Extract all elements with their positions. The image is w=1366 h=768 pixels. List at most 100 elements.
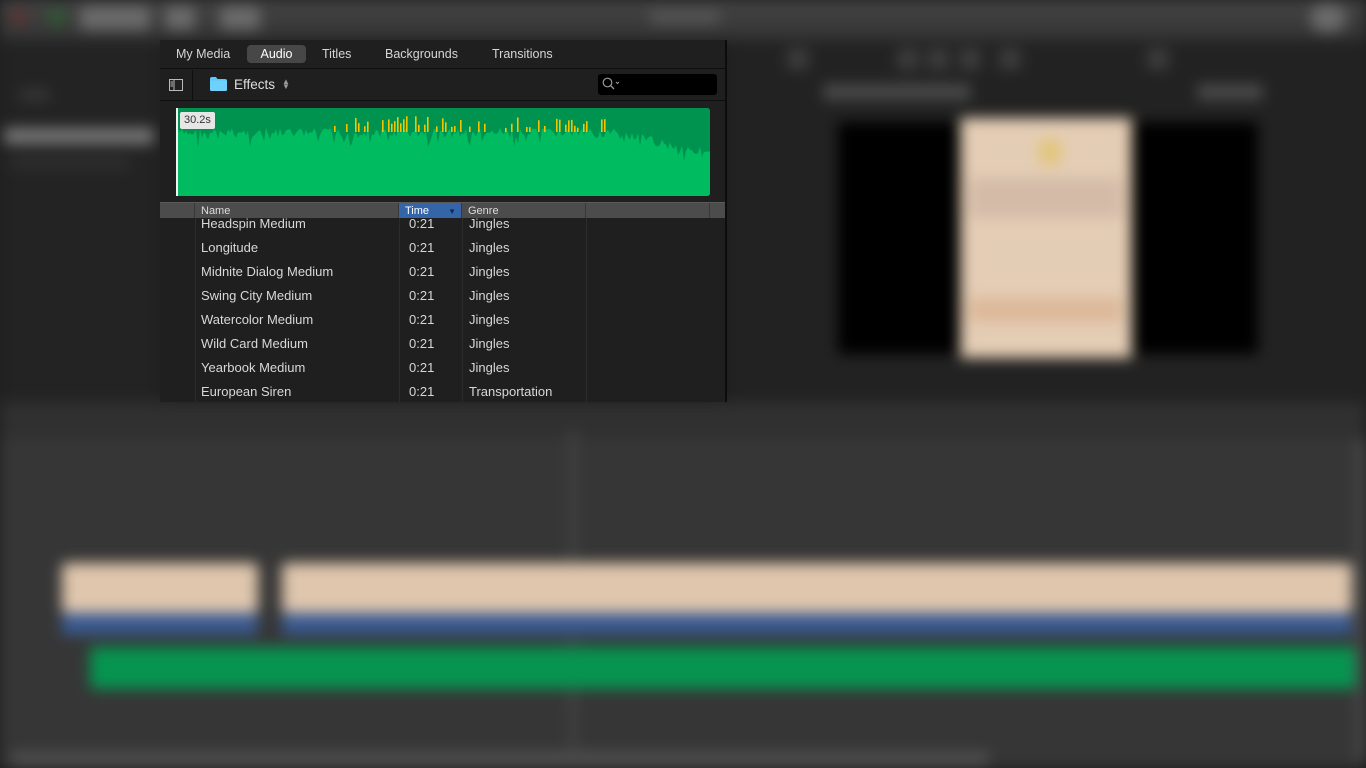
imovie-window: My Media Audio Titles Backgrounds Transi… <box>0 0 1366 768</box>
cell-name: Watercolor Medium <box>201 312 314 327</box>
tab-transitions[interactable]: Transitions <box>484 45 561 63</box>
waveform-peak <box>424 124 426 132</box>
audio-clip[interactable] <box>90 647 1356 689</box>
cell-genre: Jingles <box>469 240 510 255</box>
column-header-extra[interactable] <box>586 203 710 218</box>
document-band <box>970 178 1122 218</box>
seal-graphic <box>1038 138 1062 166</box>
table-row[interactable]: European Siren 0:21 Transportation <box>160 384 725 402</box>
table-row[interactable]: Headspin Medium 0:21 Jingles <box>160 218 725 241</box>
table-row[interactable]: Longitude 0:21 Jingles <box>160 240 725 265</box>
cell-name: Swing City Medium <box>201 288 313 303</box>
waveform-peak <box>451 126 453 132</box>
cell-time: 0:21 <box>409 218 435 231</box>
browser-toolbar: Effects ▲ ▼ <box>160 70 725 101</box>
library-item[interactable] <box>10 158 130 168</box>
library-item[interactable] <box>20 90 50 100</box>
reset-button[interactable] <box>1197 84 1263 100</box>
waveform-peak <box>484 123 486 132</box>
waveform-peak <box>403 119 405 132</box>
zoom-window-button[interactable] <box>48 8 66 26</box>
waveform-peak <box>526 127 528 132</box>
duration-badge: 30.2s <box>180 112 215 129</box>
table-row[interactable]: Watercolor Medium 0:21 Jingles <box>160 312 725 337</box>
table-row[interactable]: Wild Card Medium 0:21 Jingles <box>160 336 725 361</box>
table-row[interactable]: Swing City Medium 0:21 Jingles <box>160 288 725 313</box>
audio-list: Headspin Medium 0:21 Jingles Longitude 0:21 J… <box>160 218 725 402</box>
timeline-horizontal-scrollbar[interactable] <box>10 752 990 766</box>
source-selector[interactable]: Effects <box>234 77 275 92</box>
cell-time: 0:21 <box>409 360 435 375</box>
share-button[interactable] <box>1310 4 1346 32</box>
title-clip[interactable] <box>62 613 258 635</box>
viewer-tool-button[interactable] <box>959 48 981 70</box>
viewer-tool-button[interactable] <box>897 48 919 70</box>
library-item[interactable] <box>4 128 154 144</box>
timeline-vertical-scrollbar[interactable] <box>1356 440 1366 760</box>
waveform-peak <box>478 121 480 132</box>
waveform-peak <box>406 116 408 132</box>
waveform-peak <box>574 125 576 132</box>
waveform-peak <box>469 126 471 132</box>
search-field[interactable] <box>598 74 717 95</box>
cell-genre: Jingles <box>469 360 510 375</box>
waveform-peak <box>460 119 462 132</box>
cell-time: 0:21 <box>409 384 435 399</box>
tab-titles[interactable]: Titles <box>314 45 359 63</box>
tab-backgrounds[interactable]: Backgrounds <box>377 45 466 63</box>
close-window-button[interactable] <box>10 8 28 26</box>
toolbar-button[interactable] <box>80 6 150 30</box>
waveform-peak <box>586 121 588 132</box>
viewer-tool-button[interactable] <box>1147 48 1169 70</box>
column-header-name[interactable]: Name <box>195 203 399 218</box>
waveform-peak <box>556 118 558 132</box>
clip-title-field <box>823 84 971 100</box>
column-header-time[interactable]: Time ▼ <box>399 203 462 218</box>
cell-genre: Jingles <box>469 336 510 351</box>
viewer-tool-button[interactable] <box>999 48 1021 70</box>
waveform-peak <box>445 122 447 132</box>
source-selector-chevron-icon[interactable]: ▲ ▼ <box>282 78 290 91</box>
waveform-peak <box>358 123 360 132</box>
cell-time: 0:21 <box>409 264 435 279</box>
waveform-peak <box>415 116 417 132</box>
cell-genre: Jingles <box>469 218 510 231</box>
waveform-peak <box>538 120 540 132</box>
toolbar-button[interactable] <box>220 6 260 30</box>
waveform-peak <box>511 123 513 132</box>
table-row[interactable]: Yearbook Medium 0:21 Jingles <box>160 360 725 385</box>
video-clip[interactable] <box>62 563 258 613</box>
waveform-peak <box>565 124 567 132</box>
video-clip[interactable] <box>282 563 1352 613</box>
waveform-peak <box>436 126 438 132</box>
tab-audio[interactable]: Audio <box>247 45 306 63</box>
waveform-peak <box>544 125 546 132</box>
cell-time: 0:21 <box>409 336 435 351</box>
waveform-peak <box>382 120 384 132</box>
waveform-peak <box>442 118 444 132</box>
waveform-peak <box>454 126 456 132</box>
timeline-toolbar <box>0 402 1366 438</box>
tab-my-media[interactable]: My Media <box>168 45 238 63</box>
sidebar-toggle-button[interactable] <box>160 70 193 100</box>
waveform-peak <box>604 119 606 132</box>
column-header-genre[interactable]: Genre <box>462 203 586 218</box>
waveform <box>176 108 710 196</box>
waveform-peak <box>367 121 369 132</box>
waveform-peak <box>505 127 507 132</box>
column-header-spacer <box>160 203 195 218</box>
waveform-peak <box>601 119 603 132</box>
toolbar-button[interactable] <box>165 6 195 30</box>
waveform-peak <box>517 117 519 132</box>
waveform-peak <box>427 116 429 132</box>
title-clip[interactable] <box>282 613 1352 635</box>
viewer-tool-button[interactable] <box>787 48 809 70</box>
viewer-tool-button[interactable] <box>927 48 949 70</box>
waveform-peak <box>391 123 393 132</box>
search-input[interactable] <box>624 76 712 93</box>
audio-waveform-preview[interactable] <box>176 108 710 196</box>
cell-name: Wild Card Medium <box>201 336 308 351</box>
cell-time: 0:21 <box>409 312 435 327</box>
table-header: Name Time ▼ Genre <box>160 202 725 218</box>
table-row[interactable]: Midnite Dialog Medium 0:21 Jingles <box>160 264 725 289</box>
